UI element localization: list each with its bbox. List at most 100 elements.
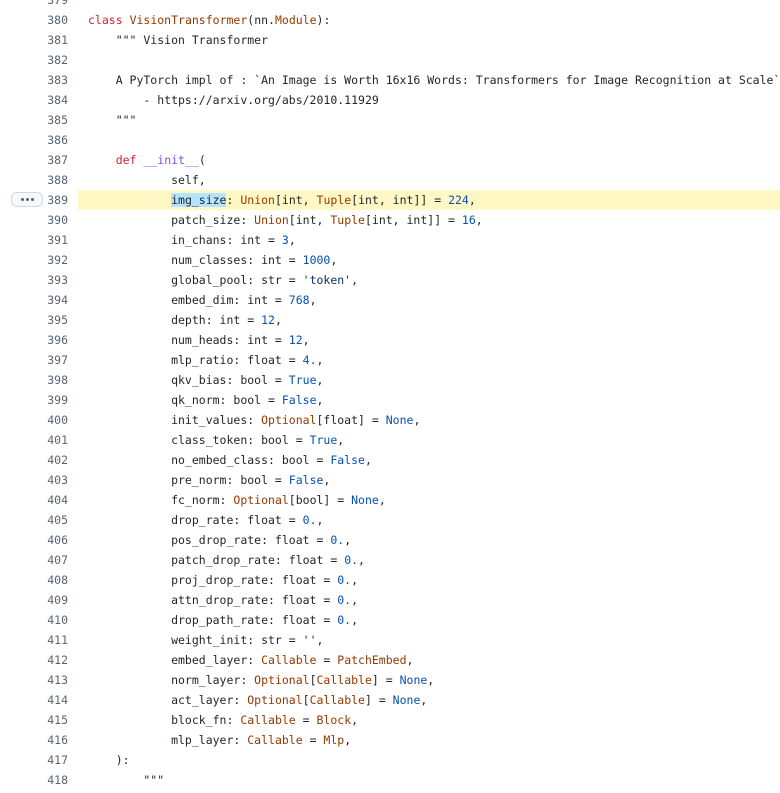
code-text[interactable]: A PyTorch impl of : `An Image is Worth 1… bbox=[78, 70, 780, 90]
line-number[interactable]: 393 bbox=[0, 270, 68, 290]
line-number[interactable]: 395 bbox=[0, 310, 68, 330]
line-number[interactable]: 410 bbox=[0, 610, 68, 630]
line-number[interactable]: 415 bbox=[0, 710, 68, 730]
line-number[interactable]: 386 bbox=[0, 130, 68, 150]
code-text[interactable]: """ Vision Transformer bbox=[78, 30, 780, 50]
line-number[interactable]: 383 bbox=[0, 70, 68, 90]
line-number[interactable]: 392 bbox=[0, 250, 68, 270]
line-number[interactable]: 408 bbox=[0, 570, 68, 590]
line-number[interactable]: 387 bbox=[0, 150, 68, 170]
code-text[interactable]: drop_path_rate: float = 0., bbox=[78, 610, 780, 630]
code-text[interactable] bbox=[78, 130, 780, 150]
line-number[interactable]: 404 bbox=[0, 490, 68, 510]
code-text[interactable]: no_embed_class: bool = False, bbox=[78, 450, 780, 470]
line-number[interactable]: 409 bbox=[0, 590, 68, 610]
code-text[interactable]: global_pool: str = 'token', bbox=[78, 270, 780, 290]
code-text[interactable]: pos_drop_rate: float = 0., bbox=[78, 530, 780, 550]
code-text[interactable]: drop_rate: float = 0., bbox=[78, 510, 780, 530]
code-line: 416 mlp_layer: Callable = Mlp, bbox=[0, 730, 780, 750]
code-text[interactable]: """ bbox=[78, 110, 780, 130]
line-number[interactable]: 405 bbox=[0, 510, 68, 530]
code-text[interactable]: in_chans: int = 3, bbox=[78, 230, 780, 250]
code-text[interactable]: ): bbox=[78, 750, 780, 770]
code-text[interactable]: def __init__( bbox=[78, 150, 780, 170]
code-text[interactable]: qk_norm: bool = False, bbox=[78, 390, 780, 410]
line-number[interactable]: 399 bbox=[0, 390, 68, 410]
line-number[interactable]: 418 bbox=[0, 770, 68, 790]
code-token: , bbox=[316, 373, 324, 387]
code-text[interactable]: num_heads: int = 12, bbox=[78, 330, 780, 350]
code-line: 413 norm_layer: Optional[Callable] = Non… bbox=[0, 670, 780, 690]
code-text[interactable]: self, bbox=[78, 170, 780, 190]
line-number[interactable]: 384 bbox=[0, 90, 68, 110]
line-number[interactable]: 398 bbox=[0, 370, 68, 390]
line-number[interactable]: 402 bbox=[0, 450, 68, 470]
code-line: 412 embed_layer: Callable = PatchEmbed, bbox=[0, 650, 780, 670]
code-text[interactable]: class_token: bool = True, bbox=[78, 430, 780, 450]
str-token: 'token' bbox=[302, 273, 352, 287]
code-text[interactable]: proj_drop_rate: float = 0., bbox=[78, 570, 780, 590]
code-text[interactable]: qkv_bias: bool = True, bbox=[78, 370, 780, 390]
code-text[interactable]: mlp_ratio: float = 4., bbox=[78, 350, 780, 370]
code-text[interactable]: weight_init: str = '', bbox=[78, 630, 780, 650]
code-text[interactable]: """ bbox=[78, 770, 780, 790]
line-number[interactable]: 391 bbox=[0, 230, 68, 250]
line-number[interactable]: 397 bbox=[0, 350, 68, 370]
code-text[interactable]: init_values: Optional[float] = None, bbox=[78, 410, 780, 430]
code-text[interactable]: block_fn: Callable = Block, bbox=[78, 710, 780, 730]
code-token: , bbox=[344, 533, 352, 547]
code-text[interactable]: norm_layer: Optional[Callable] = None, bbox=[78, 670, 780, 690]
code-token: global_pool: str = bbox=[88, 273, 303, 287]
code-text[interactable]: pre_norm: bool = False, bbox=[78, 470, 780, 490]
code-token: ): bbox=[316, 13, 331, 27]
code-text[interactable]: embed_dim: int = 768, bbox=[78, 290, 780, 310]
line-number[interactable]: 416 bbox=[0, 730, 68, 750]
code-text[interactable]: num_classes: int = 1000, bbox=[78, 250, 780, 270]
line-number[interactable]: 406 bbox=[0, 530, 68, 550]
code-text[interactable]: patch_drop_rate: float = 0., bbox=[78, 550, 780, 570]
code-token: = bbox=[302, 733, 324, 747]
code-line: 384 - https://arxiv.org/abs/2010.11929 bbox=[0, 90, 780, 110]
code-text[interactable]: img_size: Union[int, Tuple[int, int]] = … bbox=[78, 190, 780, 210]
code-text[interactable]: mlp_layer: Callable = Mlp, bbox=[78, 730, 780, 750]
code-token: drop_path_rate: float = bbox=[88, 613, 338, 627]
line-number[interactable]: 407 bbox=[0, 550, 68, 570]
line-number[interactable]: 389 bbox=[0, 190, 68, 210]
code-text[interactable] bbox=[78, 0, 780, 10]
line-number[interactable]: 394 bbox=[0, 290, 68, 310]
line-number[interactable]: 411 bbox=[0, 630, 68, 650]
code-token: """ bbox=[88, 113, 137, 127]
type-token: Optional bbox=[254, 673, 310, 687]
sel-token: img_size bbox=[171, 193, 227, 207]
line-number[interactable]: 379 bbox=[0, 0, 68, 10]
line-number[interactable]: 403 bbox=[0, 470, 68, 490]
line-number[interactable]: 414 bbox=[0, 690, 68, 710]
line-number[interactable]: 380 bbox=[0, 10, 68, 30]
line-number[interactable]: 413 bbox=[0, 670, 68, 690]
code-text[interactable]: act_layer: Optional[Callable] = None, bbox=[78, 690, 780, 710]
line-number[interactable]: 381 bbox=[0, 30, 68, 50]
line-number[interactable]: 385 bbox=[0, 110, 68, 130]
code-token: , bbox=[475, 213, 483, 227]
code-text[interactable]: depth: int = 12, bbox=[78, 310, 780, 330]
code-line: 387 def __init__( bbox=[0, 150, 780, 170]
code-text[interactable]: patch_size: Union[int, Tuple[int, int]] … bbox=[78, 210, 780, 230]
code-token: [float] = bbox=[316, 413, 386, 427]
line-number[interactable]: 382 bbox=[0, 50, 68, 70]
line-number[interactable]: 400 bbox=[0, 410, 68, 430]
code-text[interactable]: - https://arxiv.org/abs/2010.11929 bbox=[78, 90, 780, 110]
line-number[interactable]: 396 bbox=[0, 330, 68, 350]
line-number[interactable]: 401 bbox=[0, 430, 68, 450]
code-line: 417 ): bbox=[0, 750, 780, 770]
code-text[interactable]: class VisionTransformer(nn.Module): bbox=[78, 10, 780, 30]
line-number[interactable]: 417 bbox=[0, 750, 68, 770]
code-text[interactable] bbox=[78, 50, 780, 70]
code-text[interactable]: attn_drop_rate: float = 0., bbox=[78, 590, 780, 610]
line-number[interactable]: 412 bbox=[0, 650, 68, 670]
code-text[interactable]: embed_layer: Callable = PatchEmbed, bbox=[78, 650, 780, 670]
code-line: 393 global_pool: str = 'token', bbox=[0, 270, 780, 290]
line-number[interactable]: 390 bbox=[0, 210, 68, 230]
line-number[interactable]: 388 bbox=[0, 170, 68, 190]
code-token: [int, bbox=[274, 193, 317, 207]
code-text[interactable]: fc_norm: Optional[bool] = None, bbox=[78, 490, 780, 510]
